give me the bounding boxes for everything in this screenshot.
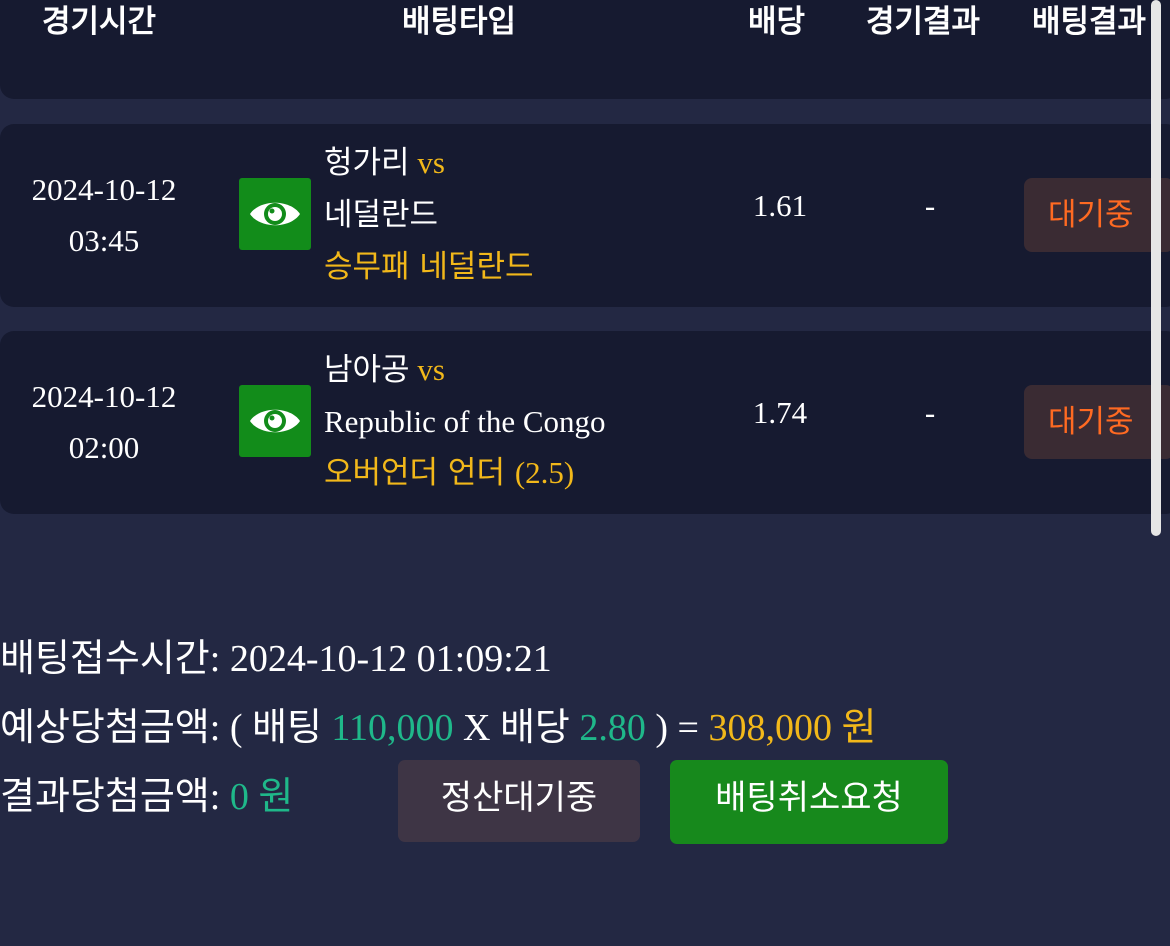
match-date: 2024-10-12 bbox=[31, 379, 177, 414]
odds-value: 1.61 bbox=[752, 188, 808, 223]
result-amount: 0 bbox=[229, 776, 249, 818]
status-badge: 대기중 bbox=[1024, 178, 1170, 252]
view-match-button[interactable] bbox=[239, 385, 311, 457]
header-bet-type: 배팅타입 bbox=[402, 4, 517, 40]
match-time: 02:00 bbox=[68, 430, 140, 465]
vs-label: vs bbox=[417, 352, 445, 387]
cancel-bet-button[interactable]: 배팅취소요청 bbox=[670, 760, 948, 844]
times-sign: X bbox=[463, 707, 491, 749]
settle-wait-button[interactable]: 정산대기중 bbox=[398, 760, 640, 842]
eye-icon bbox=[250, 202, 300, 226]
table-header: 경기시간 배팅타입 배당 경기결과 배팅결과 bbox=[0, 0, 1170, 99]
away-team: 네덜란드 bbox=[324, 197, 439, 233]
equals-sign: ) = bbox=[655, 707, 699, 749]
game-result: - bbox=[924, 188, 936, 223]
game-result: - bbox=[924, 395, 936, 430]
received-time-label: 배팅접수시간 bbox=[0, 636, 210, 680]
scrollbar[interactable] bbox=[1151, 0, 1161, 536]
odds-value: 1.74 bbox=[752, 395, 808, 430]
bet-type-label: 오버언더 언더 bbox=[324, 455, 515, 491]
expected-win-line: 예상당첨금액: ( 배팅 110,000 X 배당 2.80 ) = 308,0… bbox=[0, 697, 876, 758]
received-time-line: 배팅접수시간: 2024-10-12 01:09:21 bbox=[0, 628, 552, 689]
home-team: 헝가리 bbox=[324, 145, 410, 181]
eye-icon bbox=[250, 409, 300, 433]
match-info: 헝가리 vs 네덜란드 승무패 네덜란드 bbox=[324, 137, 724, 293]
bet-amount: 110,000 bbox=[331, 707, 454, 749]
away-team: Republic of the Congo bbox=[324, 404, 606, 439]
header-odds: 배당 bbox=[748, 4, 806, 40]
received-time-value: : 2024-10-12 01:09:21 bbox=[209, 638, 552, 680]
header-bet-result: 배팅결과 bbox=[1032, 4, 1147, 40]
home-team: 남아공 bbox=[324, 352, 410, 388]
header-game-result: 경기결과 bbox=[866, 4, 981, 40]
bet-type-label: 승무패 네덜란드 bbox=[324, 249, 534, 285]
bet-type-line: (2.5) bbox=[514, 455, 575, 490]
expected-win-label: 예상당첨금액 bbox=[0, 705, 210, 749]
result-unit: 원 bbox=[258, 774, 294, 818]
won-unit: 원 bbox=[841, 705, 877, 749]
expected-amount: 308,000 bbox=[708, 707, 832, 749]
result-win-label: 결과당첨금액 bbox=[0, 774, 210, 818]
vs-label: vs bbox=[417, 145, 445, 180]
match-date: 2024-10-12 bbox=[31, 172, 177, 207]
expected-prefix: : ( bbox=[209, 707, 252, 749]
match-time: 03:45 bbox=[68, 223, 140, 258]
table-row: 2024-10-12 02:00 남아공 vs Republic of the … bbox=[0, 331, 1170, 514]
header-time: 경기시간 bbox=[42, 4, 157, 40]
table-row: 2024-10-12 03:45 헝가리 vs 네덜란드 승무패 네덜란드 1.… bbox=[0, 124, 1170, 307]
match-datetime: 2024-10-12 02:00 bbox=[0, 371, 208, 473]
match-datetime: 2024-10-12 03:45 bbox=[0, 164, 208, 266]
match-info: 남아공 vs Republic of the Congo 오버언더 언더 (2.… bbox=[324, 344, 724, 499]
total-odds: 2.80 bbox=[579, 707, 646, 749]
status-badge: 대기중 bbox=[1024, 385, 1170, 459]
bet-word: 배팅 bbox=[251, 705, 322, 749]
odds-word: 배당 bbox=[499, 705, 570, 749]
result-win-line: 결과당첨금액: 0 원 bbox=[0, 766, 293, 827]
result-sep: : bbox=[209, 776, 221, 818]
view-match-button[interactable] bbox=[239, 178, 311, 250]
